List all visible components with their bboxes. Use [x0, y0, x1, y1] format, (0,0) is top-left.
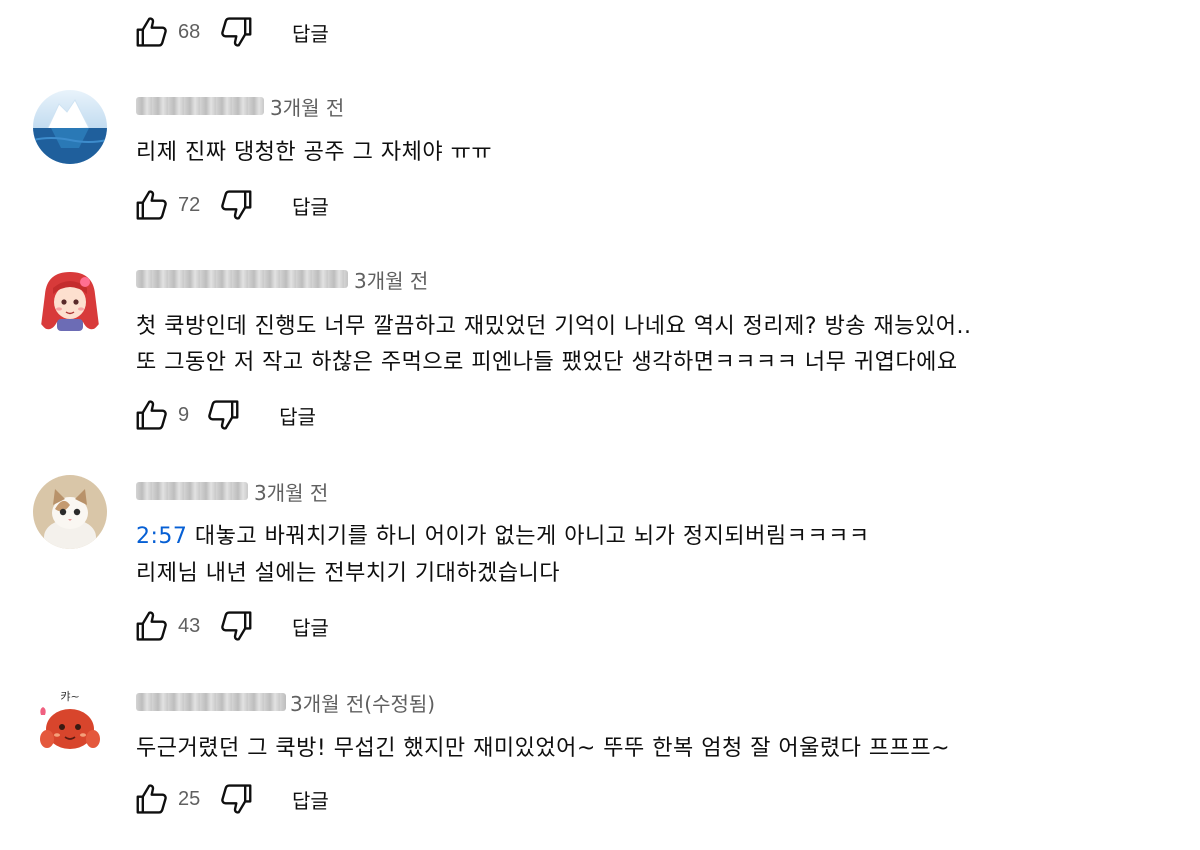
reply-button[interactable]: 답글 [292, 612, 329, 641]
like-button[interactable] [132, 14, 172, 50]
comment-actions: 72 답글 [132, 187, 329, 223]
thumbs-up-icon [133, 13, 171, 51]
like-count: 72 [178, 193, 201, 216]
comment-text: 2:57 대놓고 바꿔치기를 하니 어이가 없는게 아니고 뇌가 정지되버림ㅋㅋ… [136, 518, 870, 550]
thumbs-down-icon [217, 186, 255, 224]
comment-time[interactable]: 3개월 전(수정됨) [290, 688, 435, 717]
dislike-button[interactable] [216, 14, 256, 50]
thumbs-down-icon [204, 396, 242, 434]
comment-actions: 25 답글 [132, 781, 329, 817]
comment-actions: 9 답글 [132, 397, 316, 433]
reply-button[interactable]: 답글 [292, 785, 329, 814]
comment-text-rest: 대놓고 바꿔치기를 하니 어이가 없는게 아니고 뇌가 정지되버림ㅋㅋㅋㅋ [187, 524, 870, 549]
like-count: 25 [178, 787, 201, 810]
comment-actions: 68 답글 [132, 14, 329, 50]
avatar[interactable] [33, 90, 107, 164]
like-button[interactable] [132, 397, 172, 433]
dislike-button[interactable] [203, 397, 243, 433]
thumbs-down-icon [217, 13, 255, 51]
dislike-button[interactable] [216, 187, 256, 223]
reply-button[interactable]: 답글 [279, 401, 316, 430]
like-button[interactable] [132, 187, 172, 223]
comment-actions: 43 답글 [132, 608, 329, 644]
comment-text: 또 그동안 저 작고 하찮은 주먹으로 피엔나들 팼었단 생각하면ㅋㅋㅋㅋ 너무… [136, 350, 958, 375]
like-count: 43 [178, 614, 201, 637]
avatar-text: 캬~ [60, 690, 79, 703]
dislike-button[interactable] [216, 781, 256, 817]
comment-time[interactable]: 3개월 전 [254, 477, 328, 506]
like-button[interactable] [132, 781, 172, 817]
timestamp-link[interactable]: 2:57 [136, 524, 187, 549]
reply-button[interactable]: 답글 [292, 191, 329, 220]
thumbs-up-icon [133, 607, 171, 645]
comment-text: 리제 진짜 댕청한 공주 그 자체야 ㅠㅠ [136, 140, 493, 165]
comment-header: 3개월 전 [136, 91, 344, 121]
like-count: 68 [178, 20, 201, 43]
comment-header: 3개월 전 [136, 264, 428, 294]
thumbs-down-icon [217, 607, 255, 645]
dislike-button[interactable] [216, 608, 256, 644]
avatar[interactable]: 캬~ [33, 685, 107, 759]
author-name[interactable] [136, 693, 286, 711]
thumbs-down-icon [217, 780, 255, 818]
author-name[interactable] [136, 482, 248, 500]
author-name[interactable] [136, 97, 264, 115]
avatar[interactable] [33, 264, 107, 338]
author-name[interactable] [136, 270, 348, 288]
comment-time[interactable]: 3개월 전 [270, 92, 344, 121]
comment-header: 3개월 전(수정됨) [136, 687, 435, 717]
like-button[interactable] [132, 608, 172, 644]
reply-button[interactable]: 답글 [292, 18, 329, 47]
avatar[interactable] [33, 475, 107, 549]
comment-time[interactable]: 3개월 전 [354, 265, 428, 294]
comment-text: 두근거렸던 그 쿡방! 무섭긴 했지만 재미있었어~ 뚜뚜 한복 엄청 잘 어울… [136, 736, 951, 761]
thumbs-up-icon [133, 780, 171, 818]
thumbs-up-icon [133, 396, 171, 434]
comment-text: 첫 쿡방인데 진행도 너무 깔끔하고 재밌었던 기억이 나네요 역시 정리제? … [136, 314, 972, 339]
like-count: 9 [178, 403, 190, 426]
comment-text: 리제님 내년 설에는 전부치기 기대하겠습니다 [136, 561, 561, 586]
comment-header: 3개월 전 [136, 476, 328, 506]
thumbs-up-icon [133, 186, 171, 224]
